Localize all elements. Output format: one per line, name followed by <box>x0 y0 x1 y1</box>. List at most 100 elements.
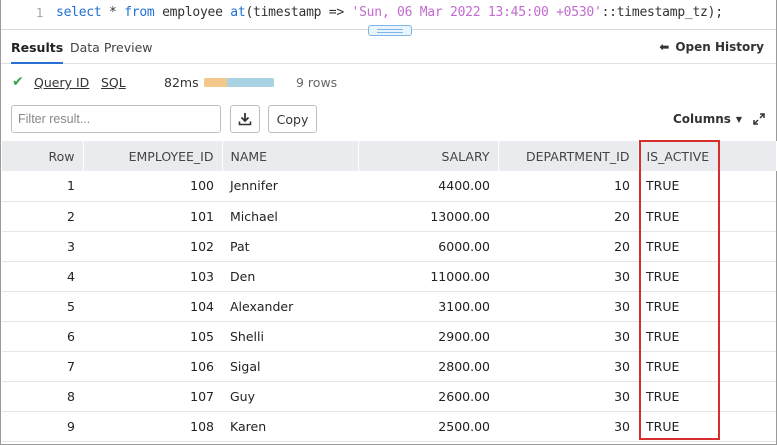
cell-filler <box>718 291 776 322</box>
timing-bar-segment <box>204 78 228 87</box>
cell-is-active: TRUE <box>638 261 718 292</box>
header-name[interactable]: NAME <box>222 141 359 171</box>
cell-is-active: TRUE <box>638 321 718 352</box>
cell-name: Guy <box>222 381 358 412</box>
header-department-id[interactable]: DEPARTMENT_ID <box>498 141 639 171</box>
columns-label: Columns <box>673 112 731 126</box>
cell-filler <box>718 321 776 352</box>
cell-filler <box>718 351 776 382</box>
cell-row: 3 <box>2 231 83 262</box>
cell-department-id: 20 <box>498 231 638 262</box>
timing-bar[interactable] <box>204 78 274 87</box>
cell-employee-id: 103 <box>83 261 222 292</box>
table-row[interactable]: 6 105 Shelli 2900.00 30 TRUE <box>2 321 776 352</box>
cell-salary: 2500.00 <box>358 411 498 442</box>
query-duration: 82ms <box>164 75 199 90</box>
cell-department-id: 30 <box>498 351 638 382</box>
tab-results[interactable]: Results <box>11 40 64 64</box>
cell-salary: 2600.00 <box>358 381 498 412</box>
keyword-select: select <box>56 5 102 20</box>
table-row[interactable]: 9 108 Karen 2500.00 30 TRUE <box>2 411 776 442</box>
code-tail: ::timestamp_tz); <box>601 5 723 20</box>
table-row[interactable]: 3 102 Pat 6000.00 20 TRUE <box>2 231 776 262</box>
tab-data-preview[interactable]: Data Preview <box>70 40 152 55</box>
keyword-from: from <box>124 5 155 20</box>
cell-is-active: TRUE <box>638 291 718 322</box>
code-table: employee <box>154 5 231 20</box>
cell-is-active: TRUE <box>638 351 718 382</box>
header-salary[interactable]: SALARY <box>358 141 499 171</box>
table-row[interactable]: 4 103 Den 11000.00 30 TRUE <box>2 261 776 292</box>
code-star: * <box>101 5 125 20</box>
cell-salary: 4400.00 <box>358 171 498 202</box>
cell-filler <box>718 231 776 262</box>
sql-code-line[interactable]: select * from employee at(timestamp => '… <box>56 5 723 20</box>
check-icon: ✔ <box>12 74 24 90</box>
line-number: 1 <box>36 6 44 20</box>
cell-employee-id: 104 <box>83 291 222 322</box>
expand-icon[interactable] <box>753 113 765 125</box>
cell-filler <box>718 171 776 202</box>
sql-link[interactable]: SQL <box>101 75 126 90</box>
code-mid: (timestamp => <box>245 5 352 20</box>
open-history-button[interactable]: ⬅ Open History <box>659 40 764 54</box>
cell-is-active: TRUE <box>638 411 718 442</box>
cell-employee-id: 106 <box>83 351 222 382</box>
header-row[interactable]: Row <box>2 141 84 171</box>
cell-row: 9 <box>2 411 83 442</box>
filter-result-input[interactable] <box>11 105 221 133</box>
cell-department-id: 30 <box>498 411 638 442</box>
copy-button[interactable]: Copy <box>268 105 317 133</box>
cell-name: Sigal <box>222 351 358 382</box>
result-tabs: Results Data Preview ⬅ Open History <box>1 36 776 64</box>
header-employee-id[interactable]: EMPLOYEE_ID <box>83 141 223 171</box>
table-row[interactable]: 1 100 Jennifer 4400.00 10 TRUE <box>2 171 776 202</box>
cell-filler <box>718 201 776 232</box>
cell-name: Shelli <box>222 321 358 352</box>
cell-salary: 2900.00 <box>358 321 498 352</box>
cell-row: 6 <box>2 321 83 352</box>
cell-is-active: TRUE <box>638 171 718 202</box>
cell-employee-id: 105 <box>83 321 222 352</box>
cell-salary: 6000.00 <box>358 231 498 262</box>
cell-department-id: 20 <box>498 201 638 232</box>
cell-department-id: 30 <box>498 321 638 352</box>
results-panel: 1 select * from employee at(timestamp =>… <box>0 0 777 445</box>
cell-row: 2 <box>2 201 83 232</box>
cell-row: 4 <box>2 261 83 292</box>
columns-dropdown[interactable]: Columns ▼ <box>673 112 742 126</box>
cell-row: 8 <box>2 381 83 412</box>
table-row[interactable]: 2 101 Michael 13000.00 20 TRUE <box>2 201 776 232</box>
cell-name: Jennifer <box>222 171 358 202</box>
keyword-at: at <box>230 5 246 20</box>
cell-department-id: 30 <box>498 381 638 412</box>
cell-name: Karen <box>222 411 358 442</box>
header-is-active[interactable]: IS_ACTIVE <box>638 141 719 171</box>
cell-name: Michael <box>222 201 358 232</box>
caret-down-icon: ▼ <box>735 114 743 124</box>
cell-salary: 13000.00 <box>358 201 498 232</box>
cell-name: Alexander <box>222 291 358 322</box>
cell-employee-id: 100 <box>83 171 222 202</box>
cell-salary: 2800.00 <box>358 351 498 382</box>
open-history-label: Open History <box>675 40 764 54</box>
download-button[interactable] <box>230 105 260 133</box>
table-row[interactable]: 5 104 Alexander 3100.00 30 TRUE <box>2 291 776 322</box>
table-row[interactable]: 8 107 Guy 2600.00 30 TRUE <box>2 381 776 412</box>
cell-filler <box>718 381 776 412</box>
cell-department-id: 30 <box>498 261 638 292</box>
results-table: Row EMPLOYEE_ID NAME SALARY DEPARTMENT_I… <box>2 141 777 442</box>
cell-department-id: 10 <box>498 171 638 202</box>
cell-salary: 11000.00 <box>358 261 498 292</box>
cell-is-active: TRUE <box>638 201 718 232</box>
cell-employee-id: 108 <box>83 411 222 442</box>
cell-name: Den <box>222 261 358 292</box>
table-row[interactable]: 7 106 Sigal 2800.00 30 TRUE <box>2 351 776 382</box>
cell-filler <box>718 411 776 442</box>
string-literal: 'Sun, 06 Mar 2022 13:45:00 +0530' <box>351 5 602 20</box>
cell-is-active: TRUE <box>638 381 718 412</box>
cell-name: Pat <box>222 231 358 262</box>
query-id-link[interactable]: Query ID <box>34 75 89 90</box>
resize-handle[interactable] <box>368 25 412 36</box>
cell-is-active: TRUE <box>638 231 718 262</box>
